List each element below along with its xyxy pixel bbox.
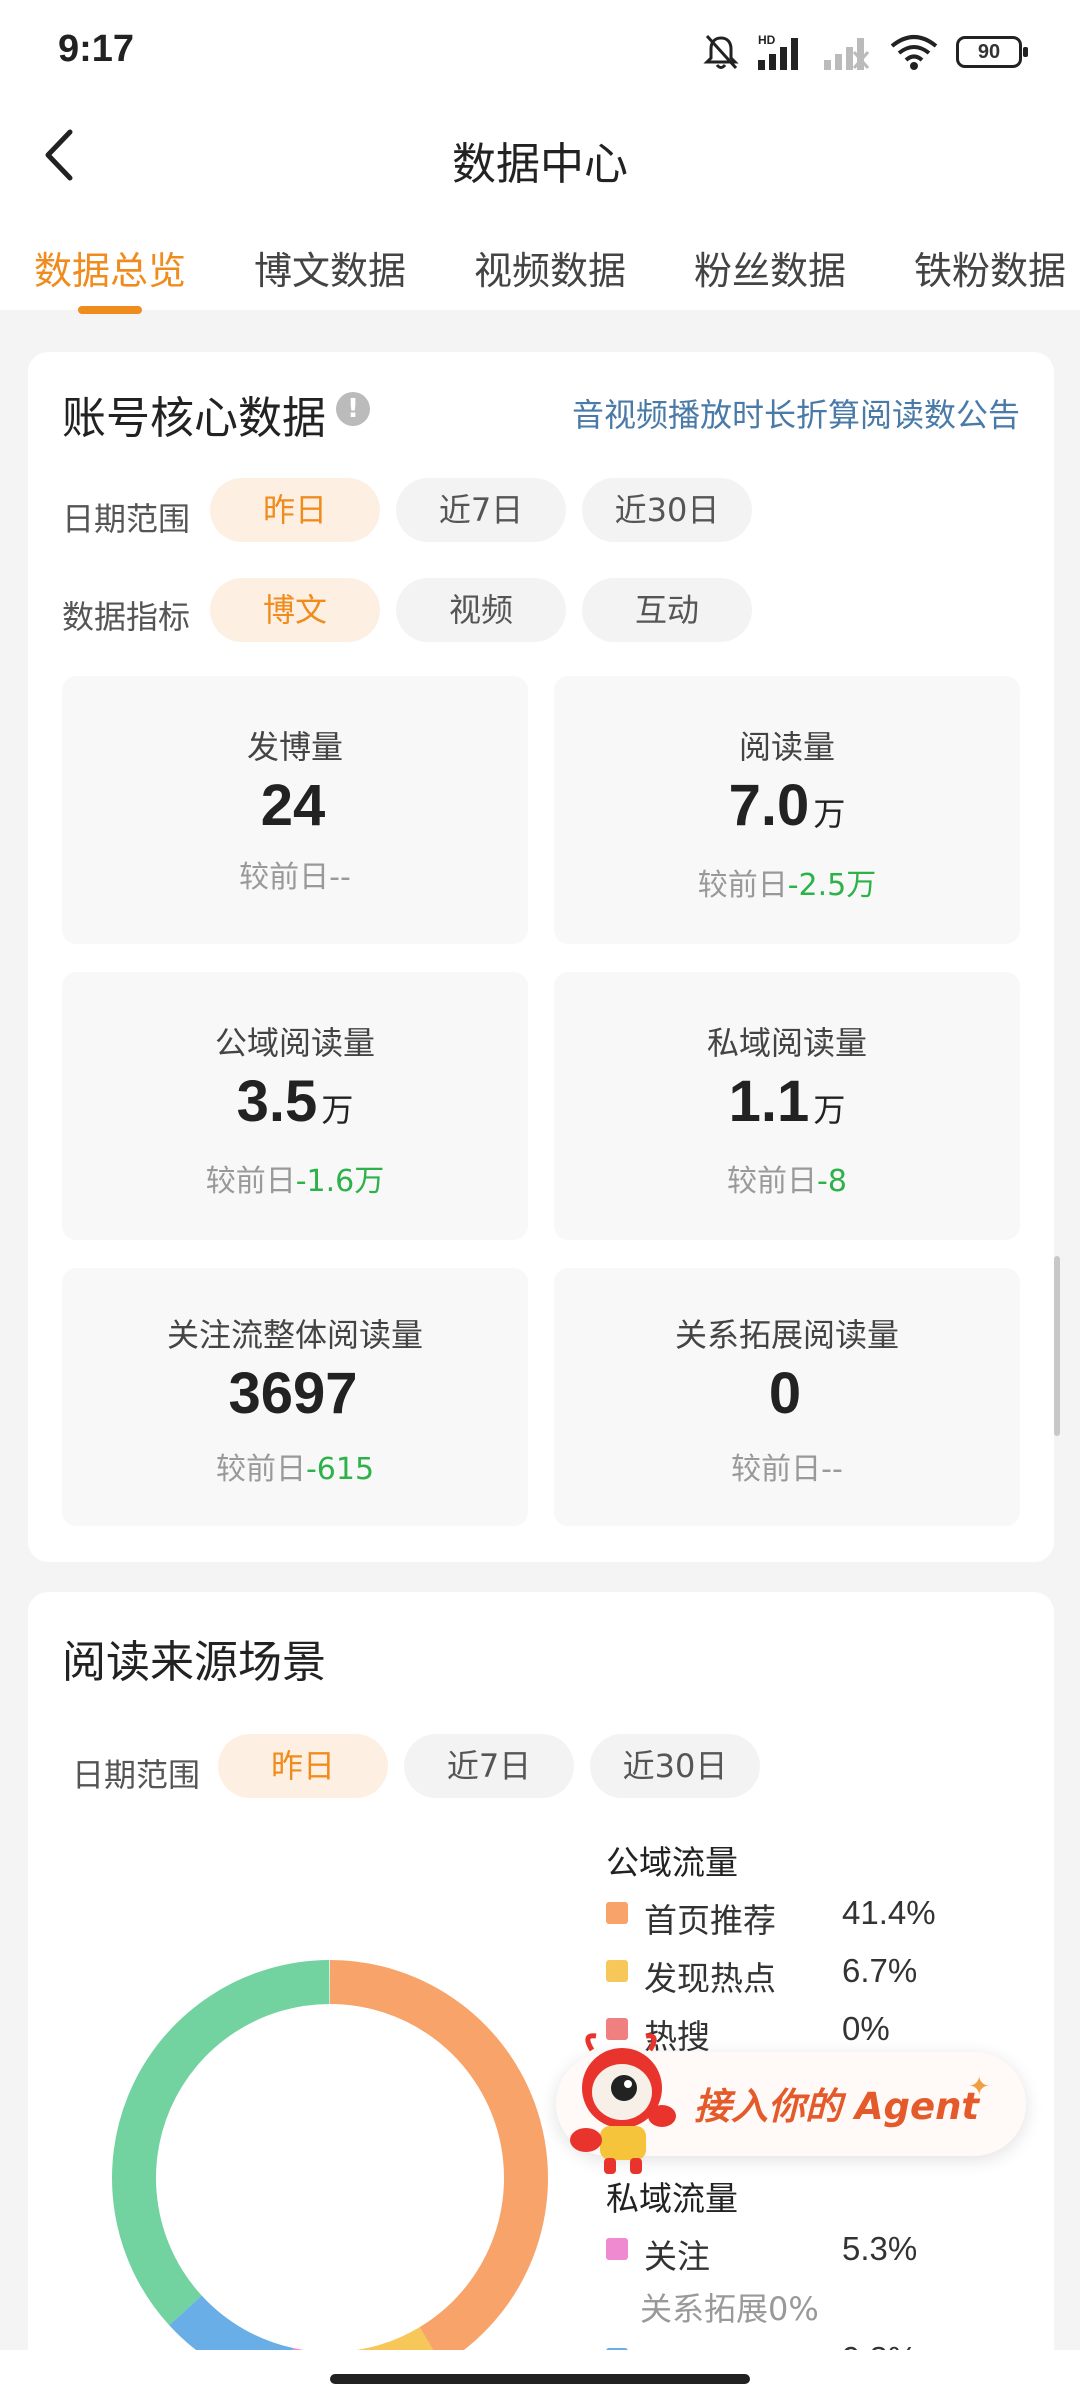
- metric-value: 3.5 万: [236, 1069, 354, 1134]
- metric-value: 0: [768, 1361, 802, 1426]
- metric-value: 24: [260, 773, 326, 838]
- legend-item-follow: 关注 5.3%: [606, 2230, 1026, 2276]
- metric-compare: 较前日--: [239, 860, 351, 895]
- legend-relation-expand: 关系拓展0%: [640, 2290, 819, 2328]
- page-title: 数据中心: [452, 139, 628, 190]
- metric-card-follow-feed-reads[interactable]: 关注流整体阅读量 3697 较前日-615: [62, 1268, 528, 1526]
- reading-source-donut-chart: [112, 1960, 548, 2396]
- source-date-option-yesterday[interactable]: 昨日: [218, 1734, 388, 1798]
- status-bar: 9:17 HD 90: [0, 0, 1080, 100]
- metric-value: 7.0 万: [728, 773, 846, 838]
- metric-card-reads[interactable]: 阅读量 7.0 万 较前日-2.5万: [554, 676, 1020, 944]
- playback-notice-link[interactable]: 音视频播放时长折算阅读数公告: [572, 390, 1020, 436]
- wifi-icon: [890, 35, 938, 70]
- source-date-option-30days[interactable]: 近30日: [590, 1734, 760, 1798]
- tab-bar: 数据总览 博文数据 视频数据 粉丝数据 铁粉数据: [0, 240, 1080, 320]
- home-gesture-handle[interactable]: [330, 2374, 750, 2384]
- metric-compare: 较前日-8: [727, 1164, 847, 1199]
- date-option-yesterday[interactable]: 昨日: [210, 478, 380, 542]
- metric-card-private-reads[interactable]: 私域阅读量 1.1 万 较前日-8: [554, 972, 1020, 1240]
- source-date-range-label: 日期范围: [72, 1756, 201, 1794]
- metric-compare: 较前日-1.6万: [205, 1164, 385, 1199]
- status-icons: HD 90: [702, 30, 1028, 74]
- donut-segment-other: [112, 1960, 330, 2326]
- metric-label: 公域阅读量: [214, 1024, 375, 1062]
- scrollbar-thumb[interactable]: [1054, 1256, 1060, 1436]
- mascot-icon[interactable]: [562, 2030, 680, 2180]
- metric-compare: 较前日-615: [215, 1452, 375, 1487]
- metric-type-label: 数据指标: [62, 598, 191, 636]
- metric-compare: 较前日-2.5万: [697, 868, 877, 903]
- date-option-7days[interactable]: 近7日: [396, 478, 566, 542]
- signal-hd-icon: HD: [758, 33, 798, 70]
- tab-post-data[interactable]: 博文数据: [254, 240, 406, 295]
- bell-off-icon: [703, 34, 739, 70]
- tab-overview[interactable]: 数据总览: [34, 240, 186, 295]
- metric-value: 1.1 万: [728, 1069, 846, 1134]
- reading-source-title: 阅读来源场景: [62, 1637, 326, 1688]
- date-range-label: 日期范围: [62, 500, 191, 538]
- metric-value: 3697: [228, 1361, 358, 1426]
- metric-card-public-reads[interactable]: 公域阅读量 3.5 万 较前日-1.6万: [62, 972, 528, 1240]
- date-option-30days[interactable]: 近30日: [582, 478, 752, 542]
- legend-item-homepage-recommend: 首页推荐 41.4%: [606, 1894, 1026, 1940]
- agent-banner-text: 接入你的 Agent: [694, 2085, 980, 2128]
- svg-text:HD: HD: [758, 33, 776, 47]
- sparkle-icon: ✦: [968, 2072, 990, 2102]
- legend-swatch: [606, 1960, 628, 1982]
- public-traffic-group-label: 公域流量: [606, 1843, 738, 1882]
- metric-label: 阅读量: [738, 728, 835, 766]
- tab-fans-data[interactable]: 粉丝数据: [694, 240, 846, 295]
- core-data-title: 账号核心数据: [62, 393, 326, 444]
- metric-card-relation-reads[interactable]: 关系拓展阅读量 0 较前日--: [554, 1268, 1020, 1526]
- info-icon[interactable]: !: [336, 392, 370, 426]
- metric-option-video[interactable]: 视频: [396, 578, 566, 642]
- metric-label: 关注流整体阅读量: [166, 1316, 423, 1354]
- donut-segment-homepage-recommend: [329, 1960, 548, 2365]
- status-time: 9:17: [58, 28, 135, 70]
- core-data-card: 账号核心数据 ! 音视频播放时长折算阅读数公告 日期范围 昨日 近7日 近30日…: [28, 352, 1054, 1562]
- legend-swatch: [606, 1902, 628, 1924]
- legend-swatch: [606, 2238, 628, 2260]
- metric-label: 关系拓展阅读量: [674, 1316, 899, 1354]
- metric-option-interaction[interactable]: 互动: [582, 578, 752, 642]
- signal-empty-icon: [824, 38, 870, 70]
- battery-icon: 90: [956, 36, 1028, 68]
- metric-compare: 较前日--: [731, 1452, 843, 1487]
- metric-card-posts[interactable]: 发博量 24 较前日--: [62, 676, 528, 944]
- metric-label: 发博量: [246, 728, 343, 766]
- metric-option-post[interactable]: 博文: [210, 578, 380, 642]
- metric-label: 私域阅读量: [706, 1024, 867, 1062]
- active-tab-indicator: [78, 306, 142, 314]
- source-date-option-7days[interactable]: 近7日: [404, 1734, 574, 1798]
- tab-video-data[interactable]: 视频数据: [474, 240, 626, 295]
- tab-iron-fans-data[interactable]: 铁粉数据: [914, 240, 1066, 295]
- legend-item-discover-hot: 发现热点 6.7%: [606, 1952, 1026, 1998]
